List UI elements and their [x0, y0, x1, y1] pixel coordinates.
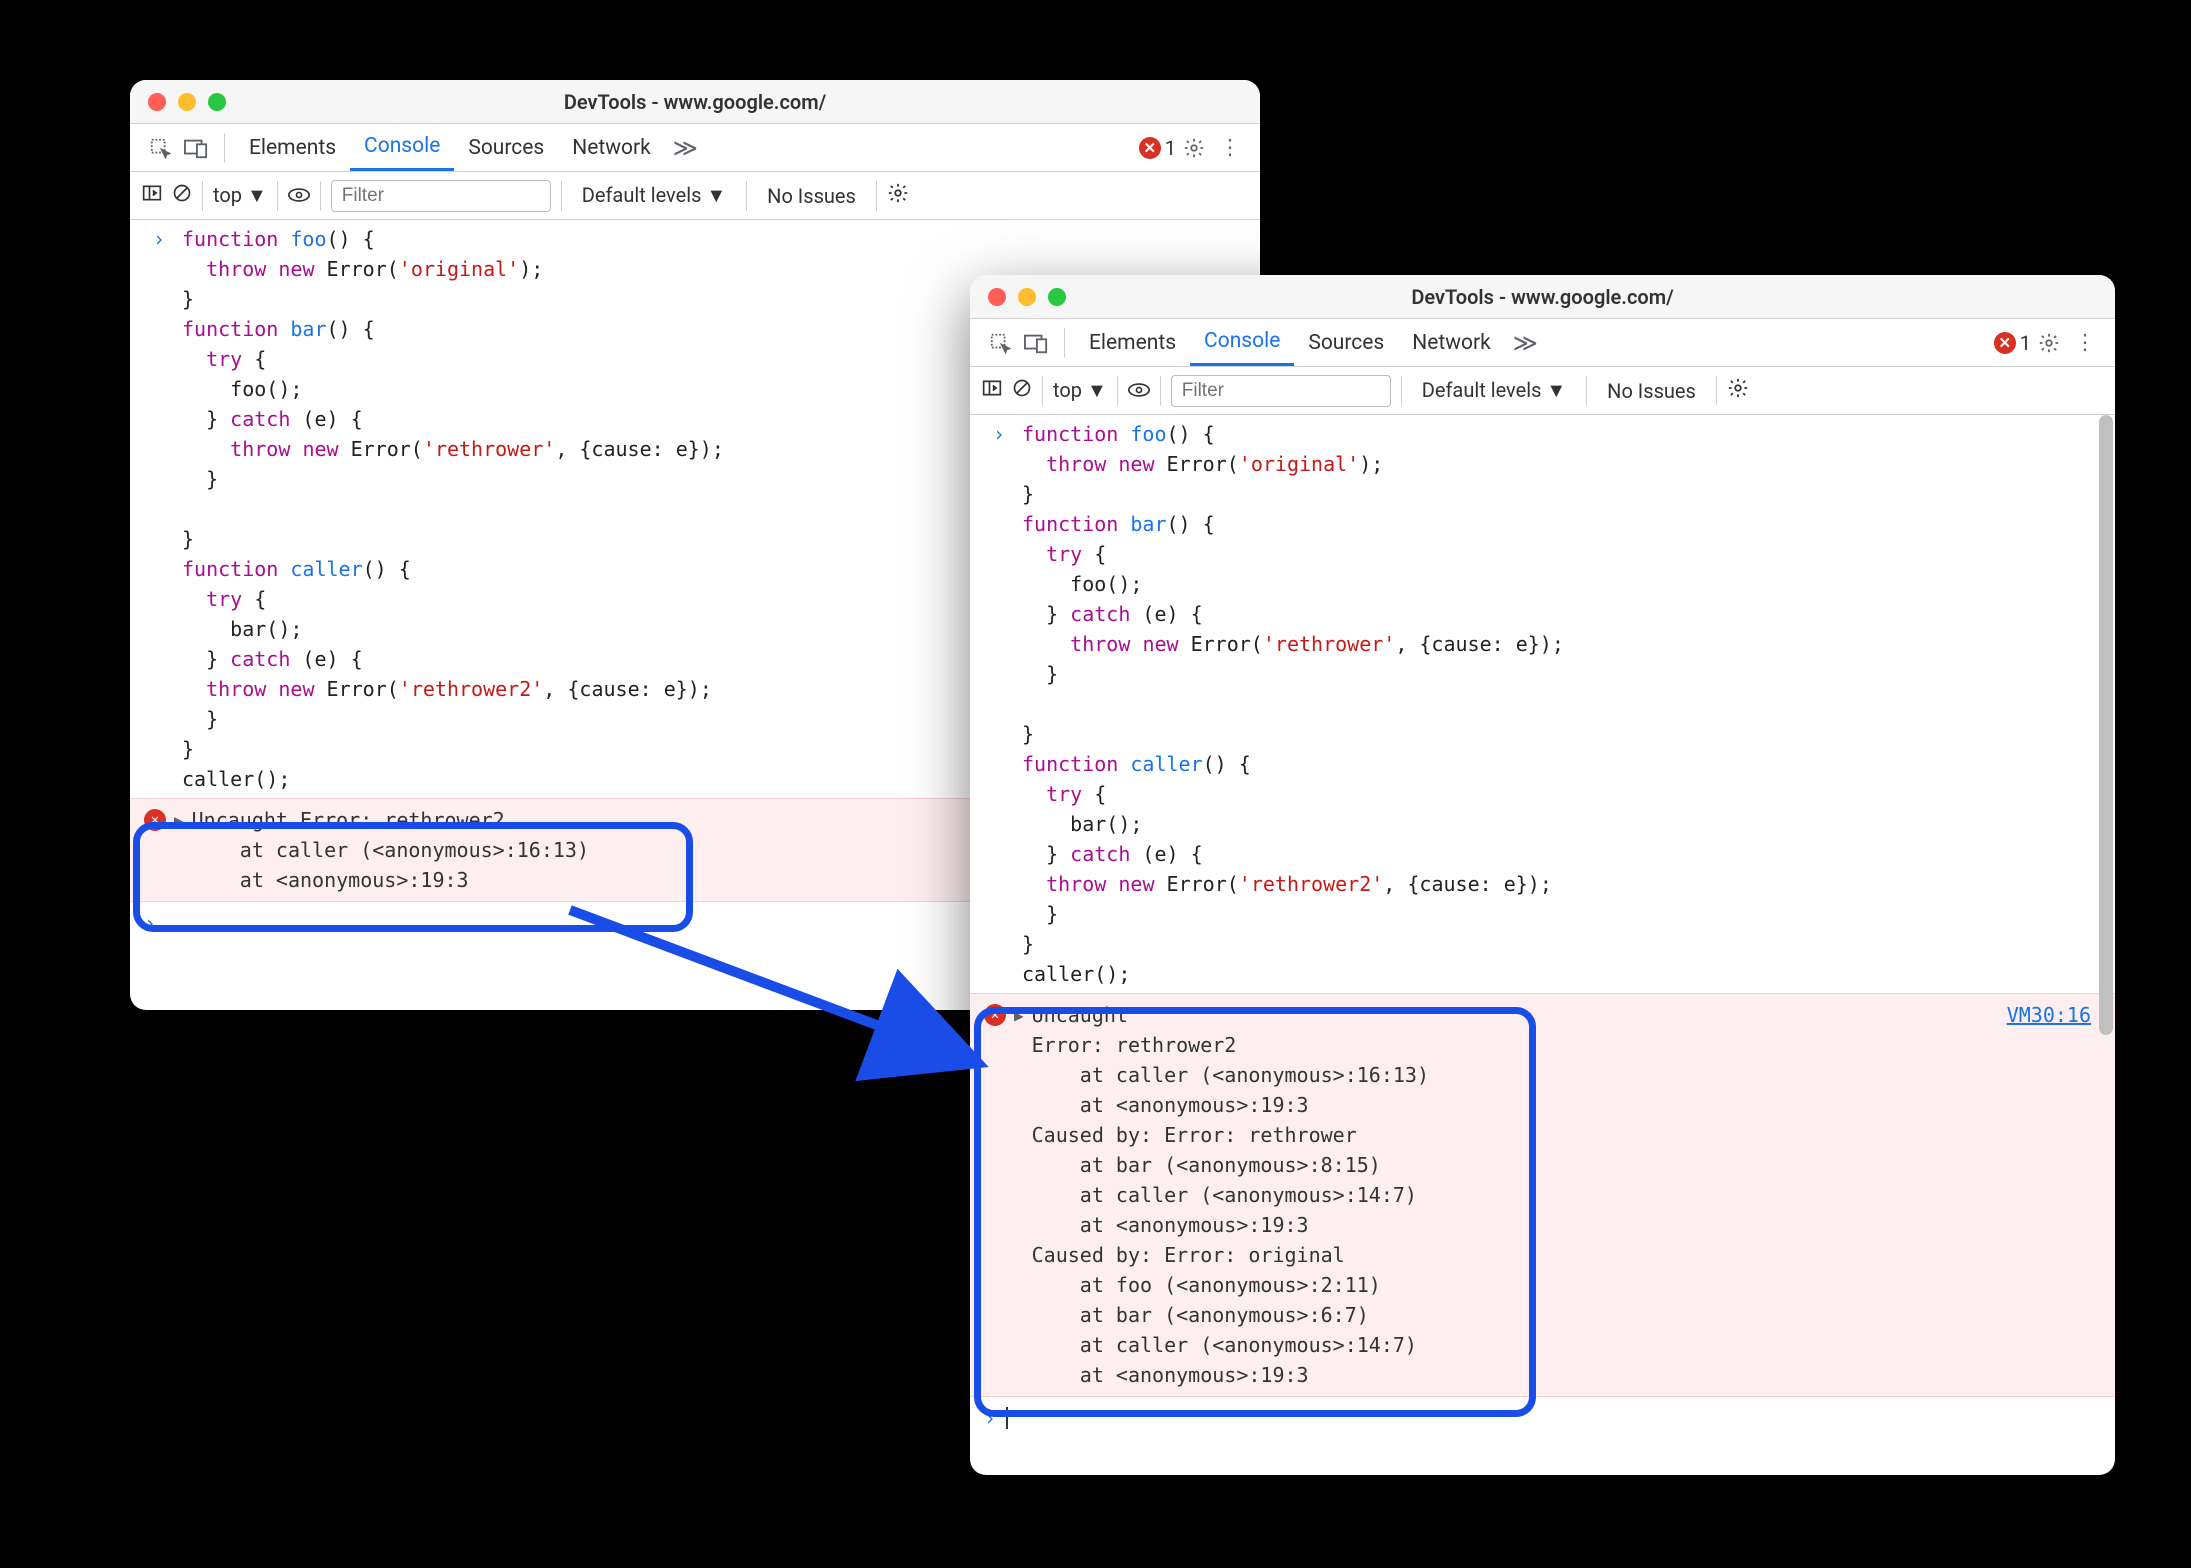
levels-label: Default levels [1422, 378, 1542, 402]
tab-console[interactable]: Console [350, 124, 454, 171]
context-selector[interactable]: top ▼ [213, 183, 267, 208]
issues-label: No Issues [1607, 379, 1696, 403]
titlebar: DevTools - www.google.com/ [130, 80, 1260, 124]
prompt-chevron-icon: › [984, 419, 1014, 989]
expand-error-icon[interactable]: ▶ [174, 809, 184, 833]
error-count: 1 [2020, 331, 2031, 355]
tab-elements[interactable]: Elements [1075, 319, 1190, 366]
toggle-drawer-icon[interactable] [142, 183, 162, 208]
context-label: top [1053, 378, 1082, 402]
more-tabs-icon[interactable]: ≫ [1505, 329, 1546, 357]
console-output: › function foo() { throw new Error('orig… [970, 415, 2115, 1475]
log-levels-selector[interactable]: Default levels ▼ [572, 183, 736, 208]
kebab-menu-icon[interactable]: ⋮ [2067, 325, 2103, 361]
issues-label: No Issues [767, 184, 856, 208]
tab-sources[interactable]: Sources [1294, 319, 1398, 366]
maximize-window-button[interactable] [1048, 288, 1066, 306]
minimize-window-button[interactable] [1018, 288, 1036, 306]
console-settings-gear-icon[interactable] [887, 182, 909, 209]
devtools-tabbar: ElementsConsoleSourcesNetwork ≫ ✕ 1 ⋮ [970, 319, 2115, 367]
inspect-element-icon[interactable] [982, 325, 1018, 361]
levels-label: Default levels [582, 183, 702, 207]
context-selector[interactable]: top ▼ [1053, 378, 1107, 403]
error-icon: ✕ [144, 809, 166, 831]
console-error-row[interactable]: ✕ ▶ Uncaught Error: rethrower2 at caller… [970, 993, 2115, 1397]
live-expression-icon[interactable] [288, 184, 310, 208]
error-icon: ✕ [1994, 332, 2016, 354]
error-icon: ✕ [1139, 137, 1161, 159]
kebab-menu-icon[interactable]: ⋮ [1212, 130, 1248, 166]
device-toolbar-icon[interactable] [1018, 325, 1054, 361]
error-message: Uncaught Error: rethrower2 at caller (<a… [1032, 1000, 1429, 1390]
tab-network[interactable]: Network [558, 124, 665, 171]
close-window-button[interactable] [988, 288, 1006, 306]
maximize-window-button[interactable] [208, 93, 226, 111]
titlebar: DevTools - www.google.com/ [970, 275, 2115, 319]
filter-input[interactable] [331, 180, 551, 212]
error-count-badge[interactable]: ✕ 1 [1139, 136, 1176, 160]
console-settings-gear-icon[interactable] [1727, 377, 1749, 404]
error-message: Uncaught Error: rethrower2 at caller (<a… [192, 805, 589, 895]
console-toolbar: top ▼ Default levels ▼ No Issues [970, 367, 2115, 415]
window-title: DevTools - www.google.com/ [970, 285, 2115, 309]
more-tabs-icon[interactable]: ≫ [665, 134, 706, 162]
minimize-window-button[interactable] [178, 93, 196, 111]
console-toolbar: top ▼ Default levels ▼ No Issues [130, 172, 1260, 220]
tab-sources[interactable]: Sources [454, 124, 558, 171]
console-prompt[interactable]: › [970, 1397, 2115, 1439]
scrollbar[interactable] [2099, 415, 2113, 1475]
expand-error-icon[interactable]: ▶ [1014, 1004, 1024, 1028]
window-title: DevTools - www.google.com/ [130, 90, 1260, 114]
error-icon: ✕ [984, 1004, 1006, 1026]
settings-gear-icon[interactable] [2031, 325, 2067, 361]
issues-button[interactable]: No Issues [757, 184, 866, 208]
clear-console-icon[interactable] [172, 183, 192, 208]
log-levels-selector[interactable]: Default levels ▼ [1412, 378, 1576, 403]
close-window-button[interactable] [148, 93, 166, 111]
device-toolbar-icon[interactable] [178, 130, 214, 166]
issues-button[interactable]: No Issues [1597, 379, 1706, 403]
filter-input[interactable] [1171, 375, 1391, 407]
tab-elements[interactable]: Elements [235, 124, 350, 171]
clear-console-icon[interactable] [1012, 378, 1032, 403]
tab-console[interactable]: Console [1190, 319, 1294, 366]
live-expression-icon[interactable] [1128, 379, 1150, 403]
context-label: top [213, 183, 242, 207]
scrollbar-thumb[interactable] [2099, 415, 2113, 1035]
inspect-element-icon[interactable] [142, 130, 178, 166]
prompt-chevron-icon: › [144, 224, 174, 794]
tab-network[interactable]: Network [1398, 319, 1505, 366]
error-source-link[interactable]: VM30:16 [2007, 1000, 2101, 1030]
error-count: 1 [1165, 136, 1176, 160]
error-count-badge[interactable]: ✕ 1 [1994, 331, 2031, 355]
settings-gear-icon[interactable] [1176, 130, 1212, 166]
devtools-tabbar: ElementsConsoleSourcesNetwork ≫ ✕ 1 ⋮ [130, 124, 1260, 172]
toggle-drawer-icon[interactable] [982, 378, 1002, 403]
